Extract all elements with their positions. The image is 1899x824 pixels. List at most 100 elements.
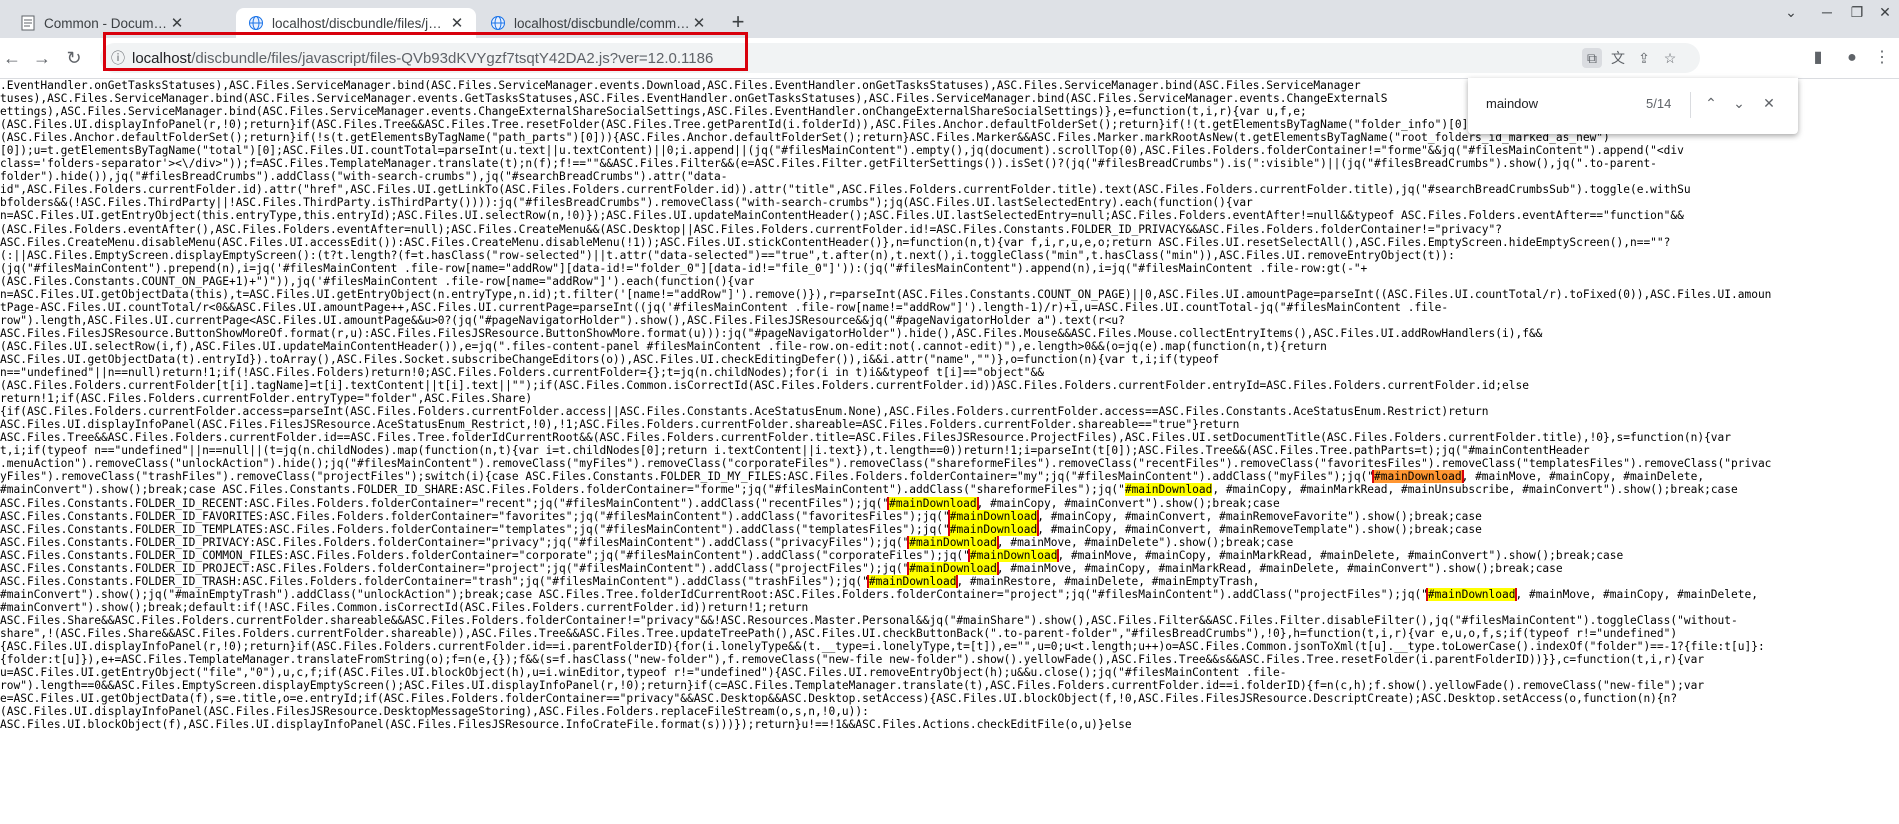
code-text: ASC.Files.Tree&&ASC.Files.Folders.curren… [0, 431, 1732, 445]
find-next-icon[interactable]: ⌄ [1728, 92, 1750, 114]
code-text: n=="undefined"||n==null)return!1;if(!ASC… [0, 366, 1044, 380]
code-text: , #mainRestore, #mainDelete, #mainEmptyT… [956, 574, 1260, 588]
tab-files-js[interactable]: localhost/discbundle/files/javascript/fi… [236, 8, 476, 38]
code-line: {if(ASC.Files.Folders.currentFolder.acce… [0, 405, 1899, 418]
code-text: ASC.Files.Constants.FOLDER_ID_PROJECT:AS… [0, 561, 910, 575]
code-line: n=ASC.Files.UI.getEntryObject(this.entry… [0, 209, 1899, 222]
code-text: (ASC.Files.Folders.eventAfter(),ASC.File… [0, 222, 1503, 236]
find-icon[interactable]: ⧉ [1582, 48, 1602, 68]
find-match-count: 5/14 [1646, 96, 1672, 111]
tab-title: localhost/discbundle/files/javascript/fi… [272, 15, 448, 31]
find-divider [1690, 92, 1691, 118]
code-line: id",ASC.Files.Folders.currentFolder.id).… [0, 183, 1899, 196]
reload-button[interactable]: ↻ [62, 46, 86, 70]
side-panel-icon[interactable]: ▮ [1806, 46, 1830, 70]
code-line: ASC.Files.Tree&&ASC.Files.Folders.curren… [0, 431, 1899, 444]
code-line: (ASC.Files.UI.selectRow(i,f),ASC.Files.U… [0, 340, 1899, 353]
search-match-highlight: #mainDownload [947, 522, 1040, 536]
code-text: {if(ASC.Files.Folders.currentFolder.acce… [0, 405, 1489, 419]
close-icon[interactable]: ✕ [690, 14, 708, 32]
address-bar[interactable]: ⓘ localhost/discbundle/files/javascript/… [100, 43, 1700, 73]
code-line: u=ASC.Files.UI.getEntryObject("file","0"… [0, 666, 1899, 679]
find-close-icon[interactable]: ✕ [1758, 92, 1780, 114]
code-line: n=="undefined"||n==null)return!1;if(!ASC… [0, 366, 1899, 379]
document-icon [21, 15, 35, 31]
code-line: #mainConvert").show();jq("#mainEmptyTras… [0, 587, 1899, 601]
code-text: {folder:t[u]}),e+=ASC.Files.TemplateMana… [0, 653, 1705, 667]
code-text: {ASC.Files.UI.displayInfoPanel(r,!0);ret… [0, 640, 1765, 654]
forward-button[interactable]: → [30, 46, 54, 70]
new-tab-button[interactable]: + [725, 9, 751, 35]
code-text: (ASC.Files.UI.displayInfoPanel(r,!0);ret… [0, 118, 1482, 132]
search-match-highlight: #mainDownload [1372, 470, 1464, 484]
find-previous-icon[interactable]: ⌃ [1700, 92, 1722, 114]
code-text: n=ASC.Files.UI.getObjectData(this),t=ASC… [0, 287, 1772, 301]
code-text: e=ASC.Files.UI.getObjectData(f),s=e.titl… [0, 692, 1678, 706]
code-line: row").length==0&&ASC.Files.EmptyScreen.d… [0, 679, 1899, 692]
translate-icon[interactable]: 文 [1608, 48, 1628, 68]
code-text: id",ASC.Files.Folders.currentFolder.id).… [0, 183, 1691, 197]
search-match-highlight: #mainDownload [907, 535, 999, 549]
code-line: ASC.Files.UI.getObjectData(t).entryId}).… [0, 353, 1899, 366]
url-path: /discbundle/files/javascript/files-QVb93… [191, 50, 714, 67]
back-button[interactable]: ← [0, 46, 24, 70]
share-icon[interactable]: ⇪ [1634, 48, 1654, 68]
code-text: ASC.Files.CreateMenu.disableMenu(ASC.Fil… [0, 235, 1671, 249]
close-icon[interactable]: ✕ [448, 14, 466, 32]
profile-avatar[interactable]: ● [1840, 46, 1864, 70]
tab-common-documents[interactable]: Common - Documents ✕ [8, 8, 196, 38]
code-line: (:||ASC.Files.EmptyScreen.displayEmptySc… [0, 249, 1899, 262]
code-text: (ASC.Files.Anchor.defaultFolderSet();ret… [0, 131, 1610, 145]
code-line: ASC.Files.Constants.FOLDER_ID_PROJECT:AS… [0, 561, 1899, 575]
code-text: (ASC.Files.UI.selectRow(i,f),ASC.Files.U… [0, 339, 1327, 353]
code-line: e=ASC.Files.UI.getObjectData(f),s=e.titl… [0, 692, 1899, 705]
code-line: ASC.Files.UI.blockObject(f),ASC.Files.UI… [0, 718, 1899, 731]
code-line: share",!(ASC.Files.Share&&ASC.Files.Fold… [0, 627, 1899, 640]
code-text: (ASC.Files.Constants.COUNT_ON_PAGE+1)+")… [0, 274, 755, 288]
search-match-highlight: #mainDownload [907, 561, 999, 575]
code-line: tPage-ASC.Files.UI.countTotal/r<0&&ASC.F… [0, 301, 1899, 314]
close-icon[interactable]: ✕ [168, 14, 186, 32]
code-text: row").length,ASC.Files.UI.currentPage<AS… [0, 313, 1125, 327]
code-text: , #mainMove, #mainDelete").show();break;… [996, 535, 1294, 549]
code-line: folder").hide()),jq("#filesBreadCrumbs")… [0, 170, 1899, 183]
code-text: #mainConvert").show();break;case ASC.Fil… [0, 483, 1125, 497]
tab-common[interactable]: localhost/discbundle/common ✕ [478, 8, 718, 38]
menu-kebab-icon[interactable]: ⋮ [1870, 46, 1894, 70]
close-window-button[interactable]: ✕ [1870, 4, 1899, 21]
source-code-view: .EventHandler.onGetTasksStatuses),ASC.Fi… [0, 79, 1899, 824]
code-line: ASC.Files.Constants.FOLDER_ID_PRIVACY:AS… [0, 535, 1899, 549]
code-line: ASC.Files.Constants.FOLDER_ID_FAVORITES:… [0, 509, 1899, 523]
code-text: , #mainMove, #mainCopy, #mainDelete, [1461, 470, 1705, 484]
code-text: , #mainMove, #mainCopy, #mainMarkRead, #… [1057, 548, 1624, 562]
code-text: #mainConvert").show();break;default:if(!… [0, 600, 809, 614]
code-line: (ASC.Files.Folders.currentFolder[t[i].ta… [0, 379, 1899, 392]
code-text: , #mainCopy, #mainConvert").show();break… [976, 496, 1280, 510]
code-text: (ASC.Files.UI.displayInfoPanel(ASC.Files… [0, 705, 869, 719]
code-text: .menuAction").removeClass("unlockAction"… [0, 457, 1772, 471]
code-text: tuses),ASC.Files.ServiceManager.bind(ASC… [0, 92, 1698, 106]
code-line: t,i;if(typeof n=="undefined"||n==null||(… [0, 444, 1899, 457]
code-line: ASC.Files.FilesJSResource.ButtonShowMore… [0, 327, 1899, 340]
find-input[interactable]: maindow [1486, 96, 1538, 111]
minimize-button[interactable]: ─ [1812, 4, 1842, 20]
maximize-button[interactable]: ❐ [1842, 4, 1872, 21]
code-text: return!1;if(ASC.Files.Folders.currentFol… [0, 392, 533, 406]
tab-search-icon[interactable]: ⌄ [1776, 4, 1806, 21]
code-line: (ASC.Files.UI.displayInfoPanel(ASC.Files… [0, 705, 1899, 718]
code-text: ASC.Files.Constants.FOLDER_ID_PRIVACY:AS… [0, 535, 910, 549]
code-text: , #mainMove, #mainCopy, #mainMarkRead, #… [996, 561, 1563, 575]
info-icon[interactable]: ⓘ [108, 48, 128, 68]
code-text: ASC.Files.UI.getObjectData(t).entryId}).… [0, 352, 1220, 366]
code-line: ASC.Files.Share&&ASC.Files.Folders.curre… [0, 614, 1899, 627]
url-text[interactable]: localhost/discbundle/files/javascript/fi… [132, 50, 713, 67]
code-line: ASC.Files.Constants.FOLDER_ID_RECENT:ASC… [0, 496, 1899, 510]
code-text: ASC.Files.Constants.FOLDER_ID_RECENT:ASC… [0, 496, 890, 510]
code-line: [0]);u=t.getElementsByTagName("total")[0… [0, 144, 1899, 157]
browser-toolbar: ← → ↻ ⓘ localhost/discbundle/files/javas… [0, 38, 1899, 79]
code-text: , #mainCopy, #mainConvert, #mainRemoveFa… [1037, 509, 1482, 523]
bookmark-star-icon[interactable]: ☆ [1660, 48, 1680, 68]
code-line: {folder:t[u]}),e+=ASC.Files.TemplateMana… [0, 653, 1899, 666]
code-text: t,i;if(typeof n=="undefined"||n==null||(… [0, 444, 1590, 458]
tab-title: Common - Documents [44, 15, 168, 31]
